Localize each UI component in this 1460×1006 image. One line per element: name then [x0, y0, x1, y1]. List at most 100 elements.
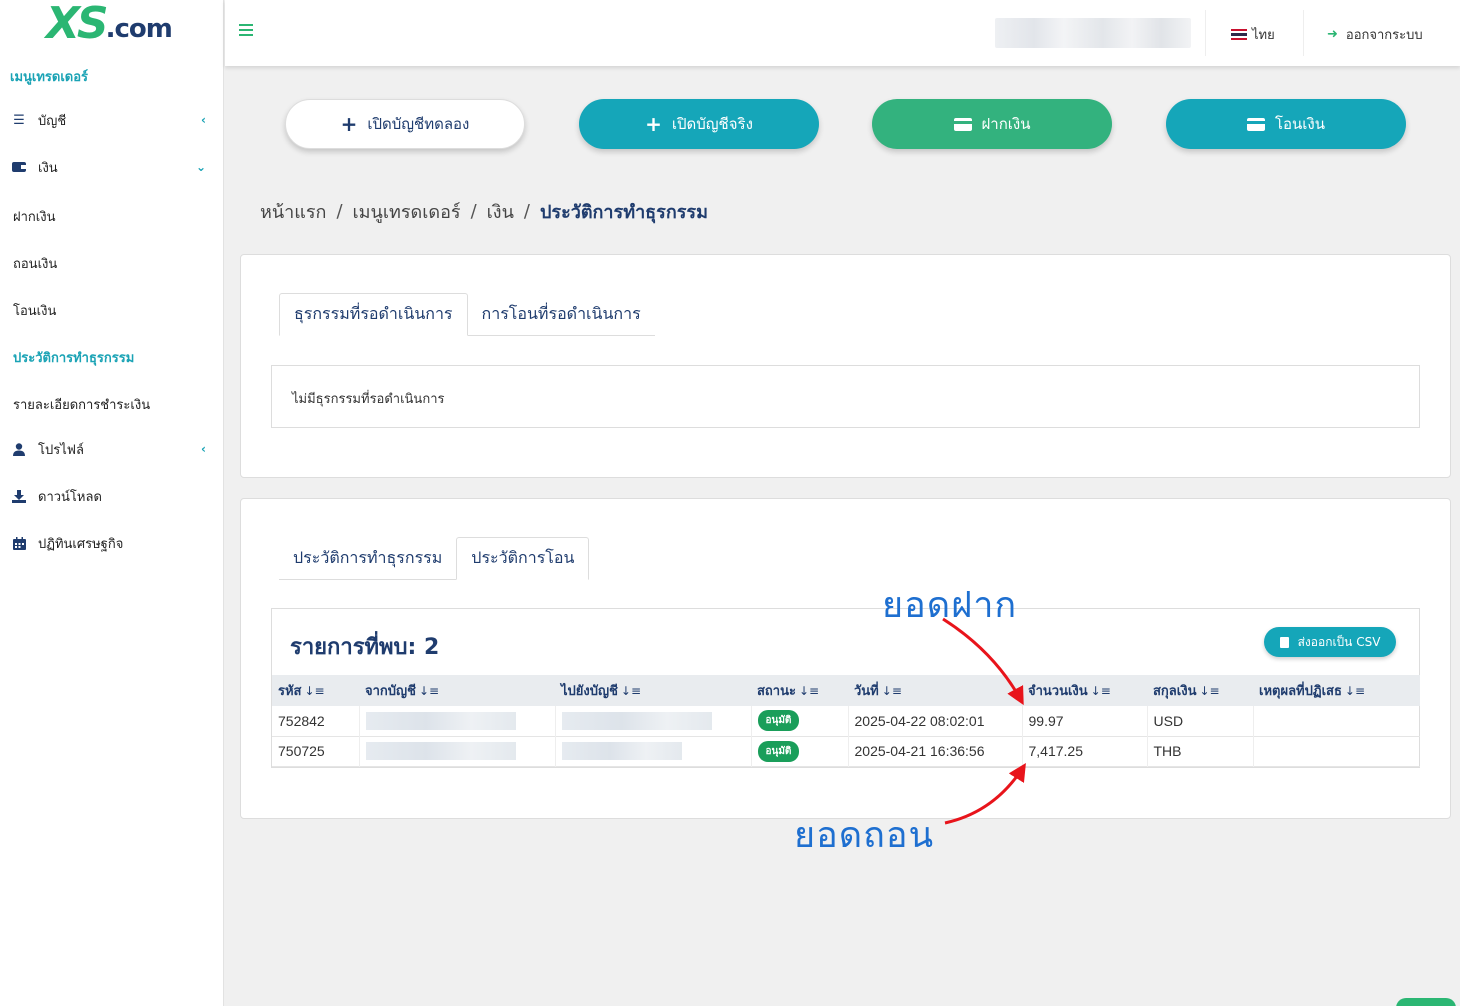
breadcrumb-trader-menu[interactable]: เมนูเทรดเดอร์: [353, 197, 461, 226]
credit-card-icon: [953, 117, 972, 131]
button-label: ฝากเงิน: [981, 115, 1031, 133]
sidebar-item-profile[interactable]: โปรไฟล์ ‹: [0, 434, 224, 464]
breadcrumb: หน้าแรก / เมนูเทรดเดอร์ / เงิน / ประวัติ…: [260, 197, 708, 226]
history-content: รายการที่พบ: 2 ส่งออกเป็น CSV รหัส ↓≡ จาก…: [271, 608, 1420, 768]
redacted-account: [561, 742, 682, 761]
column-header[interactable]: รหัส ↓≡: [272, 675, 359, 706]
logout-button[interactable]: ➜ ออกจากระบบ: [1327, 24, 1423, 45]
table-row: 750725 อนุมัติ 2025-04-21 16:36:56 7,417…: [272, 736, 1420, 766]
deposit-button[interactable]: ฝากเงิน: [872, 99, 1112, 149]
language-selector[interactable]: ไทย: [1231, 24, 1275, 45]
sidebar-item-payment-details[interactable]: รายละเอียดการชำระเงิน: [13, 394, 150, 415]
redacted-account: [365, 742, 516, 761]
redacted-account: [365, 711, 516, 730]
tab-transaction-history[interactable]: ประวัติการทำธุรกรรม: [279, 537, 457, 580]
column-label: จากบัญชี: [365, 684, 416, 699]
status-cell: อนุมัติ: [751, 706, 849, 736]
results-count: รายการที่พบ: 2: [290, 635, 440, 660]
sidebar-item-withdraw[interactable]: ถอนเงิน: [13, 253, 57, 274]
column-header[interactable]: วันที่ ↓≡: [848, 675, 1022, 706]
sort-icon: ↓≡: [620, 684, 642, 698]
column-label: เหตุผลที่ปฏิเสธ: [1259, 684, 1342, 699]
list-icon: ☰: [13, 112, 25, 128]
withdraw-annotation: ยอดถอน: [794, 815, 935, 856]
sort-icon: ↓≡: [304, 684, 325, 698]
history-tabs: ประวัติการทำธุรกรรม ประวัติการโอน: [279, 537, 590, 580]
tab-pending-transactions[interactable]: ธุรกรรมที่รอดำเนินการ: [279, 293, 468, 336]
pending-tabs: ธุรกรรมที่รอดำเนินการ การโอนที่รอดำเนินก…: [279, 293, 655, 336]
button-label: ส่งออกเป็น CSV: [1297, 634, 1381, 649]
tab-transfer-history[interactable]: ประวัติการโอน: [456, 537, 590, 580]
divider: [1205, 10, 1206, 56]
wallet-icon: [11, 160, 27, 174]
sidebar-item-accounts[interactable]: ☰ บัญชี ‹: [0, 105, 224, 135]
file-icon: [1279, 636, 1289, 648]
hamburger-menu-icon[interactable]: [239, 24, 253, 36]
user-icon: [11, 442, 27, 456]
sidebar-item-money[interactable]: เงิน ⌄: [0, 152, 224, 182]
sidebar-item-label: ปฏิทินเศรษฐกิจ: [38, 536, 124, 552]
credit-card-icon: [1246, 117, 1265, 131]
column-header[interactable]: จากบัญชี ↓≡: [359, 675, 555, 706]
calendar-icon: [11, 536, 27, 550]
open-demo-account-button[interactable]: + เปิดบัญชีทดลอง: [285, 99, 525, 149]
breadcrumb-money[interactable]: เงิน: [487, 197, 514, 226]
sidebar-item-transaction-history[interactable]: ประวัติการทำธุรกรรม: [13, 347, 134, 368]
sort-icon: ↓≡: [1199, 684, 1220, 698]
column-header[interactable]: สกุลเงิน ↓≡: [1147, 675, 1253, 706]
export-csv-button[interactable]: ส่งออกเป็น CSV: [1264, 627, 1396, 657]
sidebar-item-calendar[interactable]: ปฏิทินเศรษฐกิจ: [0, 528, 224, 558]
logo-xs: XS: [46, 0, 109, 49]
deposit-annotation: ยอดฝาก: [882, 585, 1018, 626]
currency-cell: THB: [1147, 736, 1254, 766]
chevron-down-icon: ⌄: [195, 160, 206, 174]
menu-title: เมนูเทรดเดอร์: [10, 70, 89, 85]
sidebar-item-transfer[interactable]: โอนเงิน: [13, 300, 56, 321]
column-header[interactable]: จำนวนเงิน ↓≡: [1022, 675, 1147, 706]
column-label: ไปยังบัญชี: [561, 684, 618, 699]
sort-icon: ↓≡: [1090, 684, 1111, 698]
logout-label: ออกจากระบบ: [1345, 28, 1423, 43]
xs-logo[interactable]: XS .com: [46, 0, 173, 49]
breadcrumb-separator: /: [470, 201, 477, 222]
history-panel: ประวัติการทำธุรกรรม ประวัติการโอน รายการ…: [240, 498, 1451, 819]
tab-pending-transfers[interactable]: การโอนที่รอดำเนินการ: [467, 293, 655, 336]
id-cell: 752842: [272, 706, 360, 736]
column-header[interactable]: สถานะ ↓≡: [751, 675, 848, 706]
transfer-history-table: รหัส ↓≡ จากบัญชี ↓≡ ไปยังบัญชี ↓≡ สถานะ ↓≡ ว…: [272, 675, 1420, 767]
open-real-account-button[interactable]: + เปิดบัญชีจริง: [579, 99, 819, 149]
column-label: สถานะ: [757, 684, 796, 699]
sidebar-item-deposit[interactable]: ฝากเงิน: [13, 206, 55, 227]
breadcrumb-home[interactable]: หน้าแรก: [260, 197, 326, 226]
plus-icon: +: [645, 112, 662, 136]
redacted-user-info: [995, 18, 1191, 48]
column-header[interactable]: ไปยังบัญชี ↓≡: [555, 675, 751, 706]
sign-out-icon: ➜: [1327, 27, 1338, 42]
status-badge: อนุมัติ: [757, 710, 800, 732]
sort-icon: ↓≡: [1344, 684, 1366, 698]
chat-widget-tab[interactable]: [1396, 998, 1456, 1006]
breadcrumb-current: ประวัติการทำธุรกรรม: [539, 202, 708, 223]
pending-content: ไม่มีธุรกรรมที่รอดำเนินการ: [271, 365, 1420, 428]
column-header[interactable]: เหตุผลที่ปฏิเสธ ↓≡: [1253, 675, 1420, 706]
thai-flag-icon: [1231, 29, 1247, 40]
pending-panel: ธุรกรรมที่รอดำเนินการ การโอนที่รอดำเนินก…: [240, 254, 1451, 478]
column-label: สกุลเงิน: [1153, 684, 1197, 699]
date-cell: 2025-04-21 16:36:56: [848, 736, 1023, 766]
breadcrumb-separator: /: [523, 201, 530, 222]
currency-cell: USD: [1147, 706, 1254, 736]
sort-icon: ↓≡: [418, 684, 440, 698]
column-label: จำนวนเงิน: [1028, 684, 1088, 699]
chevron-left-icon: ‹: [201, 442, 206, 456]
sidebar: XS .com เมนูเทรดเดอร์ ☰ บัญชี ‹ เงิน ⌄ ฝ…: [0, 0, 224, 1006]
sidebar-item-label: บัญชี: [38, 113, 67, 129]
button-label: โอนเงิน: [1274, 115, 1326, 133]
sidebar-item-label: ดาวน์โหลด: [38, 489, 102, 505]
column-label: วันที่: [854, 684, 879, 699]
amount-cell: 7,417.25: [1022, 736, 1148, 766]
amount-cell: 99.97: [1022, 706, 1148, 736]
download-icon: [11, 489, 27, 503]
transfer-button[interactable]: โอนเงิน: [1166, 99, 1406, 149]
chevron-left-icon: ‹: [201, 113, 206, 127]
sidebar-item-download[interactable]: ดาวน์โหลด: [0, 481, 224, 511]
